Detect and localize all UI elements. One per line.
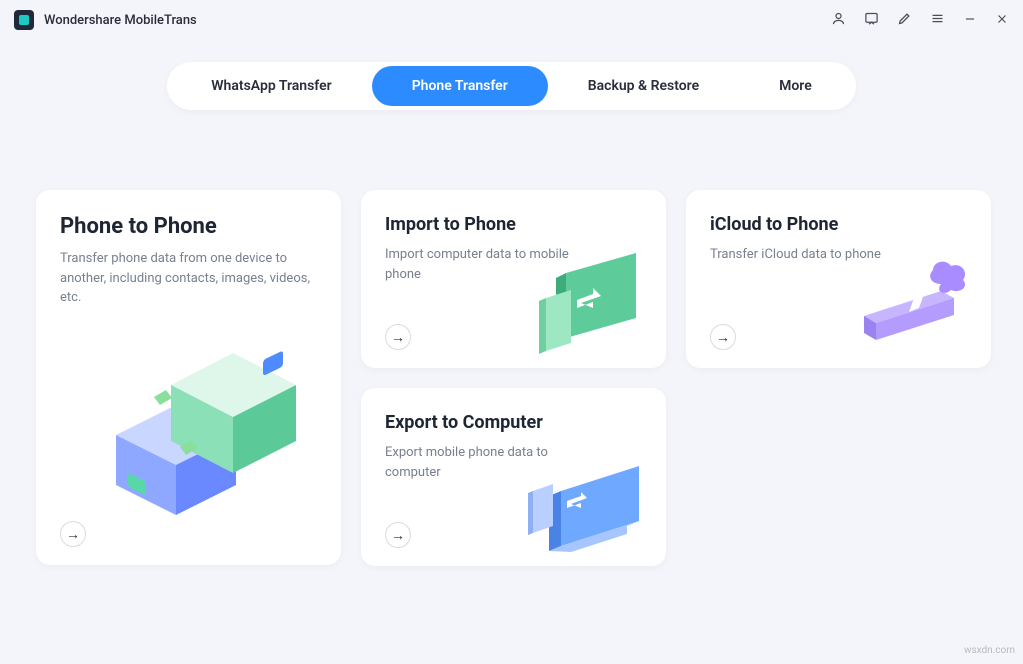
app-title: Wondershare MobileTrans — [44, 13, 197, 28]
card-title: Import to Phone — [385, 214, 642, 235]
go-button[interactable]: → — [385, 324, 411, 350]
column-left: Phone to Phone Transfer phone data from … — [36, 190, 341, 566]
tab-phone-transfer[interactable]: Phone Transfer — [372, 66, 548, 106]
phone-to-phone-illustration-icon — [76, 335, 296, 535]
card-title: iCloud to Phone — [710, 214, 967, 235]
card-title: Export to Computer — [385, 412, 642, 433]
go-button[interactable]: → — [710, 324, 736, 350]
feedback-icon[interactable] — [864, 11, 879, 30]
go-button[interactable]: → — [385, 522, 411, 548]
minimize-icon[interactable] — [963, 11, 977, 30]
tabs-container: WhatsApp Transfer Phone Transfer Backup … — [0, 62, 1023, 110]
tab-whatsapp-transfer[interactable]: WhatsApp Transfer — [171, 66, 371, 106]
column-middle: Import to Phone Import computer data to … — [361, 190, 666, 566]
edit-icon[interactable] — [897, 11, 912, 30]
card-phone-to-phone[interactable]: Phone to Phone Transfer phone data from … — [36, 190, 341, 565]
tabs: WhatsApp Transfer Phone Transfer Backup … — [167, 62, 855, 110]
card-desc: Import computer data to mobile phone — [385, 245, 605, 284]
tab-more[interactable]: More — [739, 66, 852, 106]
close-icon[interactable] — [995, 11, 1009, 30]
card-icloud-to-phone[interactable]: iCloud to Phone Transfer iCloud data to … — [686, 190, 991, 368]
menu-icon[interactable] — [930, 11, 945, 30]
card-export-to-computer[interactable]: Export to Computer Export mobile phone d… — [361, 388, 666, 566]
card-desc: Export mobile phone data to computer — [385, 443, 605, 482]
title-left: Wondershare MobileTrans — [14, 10, 197, 30]
title-controls — [831, 11, 1009, 30]
user-icon[interactable] — [831, 11, 846, 30]
card-title: Phone to Phone — [60, 214, 317, 239]
go-button[interactable]: → — [60, 521, 86, 547]
card-desc: Transfer phone data from one device to a… — [60, 249, 317, 308]
column-right: iCloud to Phone Transfer iCloud data to … — [686, 190, 991, 566]
tab-backup-restore[interactable]: Backup & Restore — [548, 66, 739, 106]
title-bar: Wondershare MobileTrans — [0, 0, 1023, 40]
watermark: wsxdn.com — [964, 645, 1015, 656]
content-area: Phone to Phone Transfer phone data from … — [0, 190, 1023, 566]
card-import-to-phone[interactable]: Import to Phone Import computer data to … — [361, 190, 666, 368]
card-desc: Transfer iCloud data to phone — [710, 245, 930, 265]
app-logo-icon — [14, 10, 34, 30]
icloud-illustration-icon — [846, 248, 981, 358]
